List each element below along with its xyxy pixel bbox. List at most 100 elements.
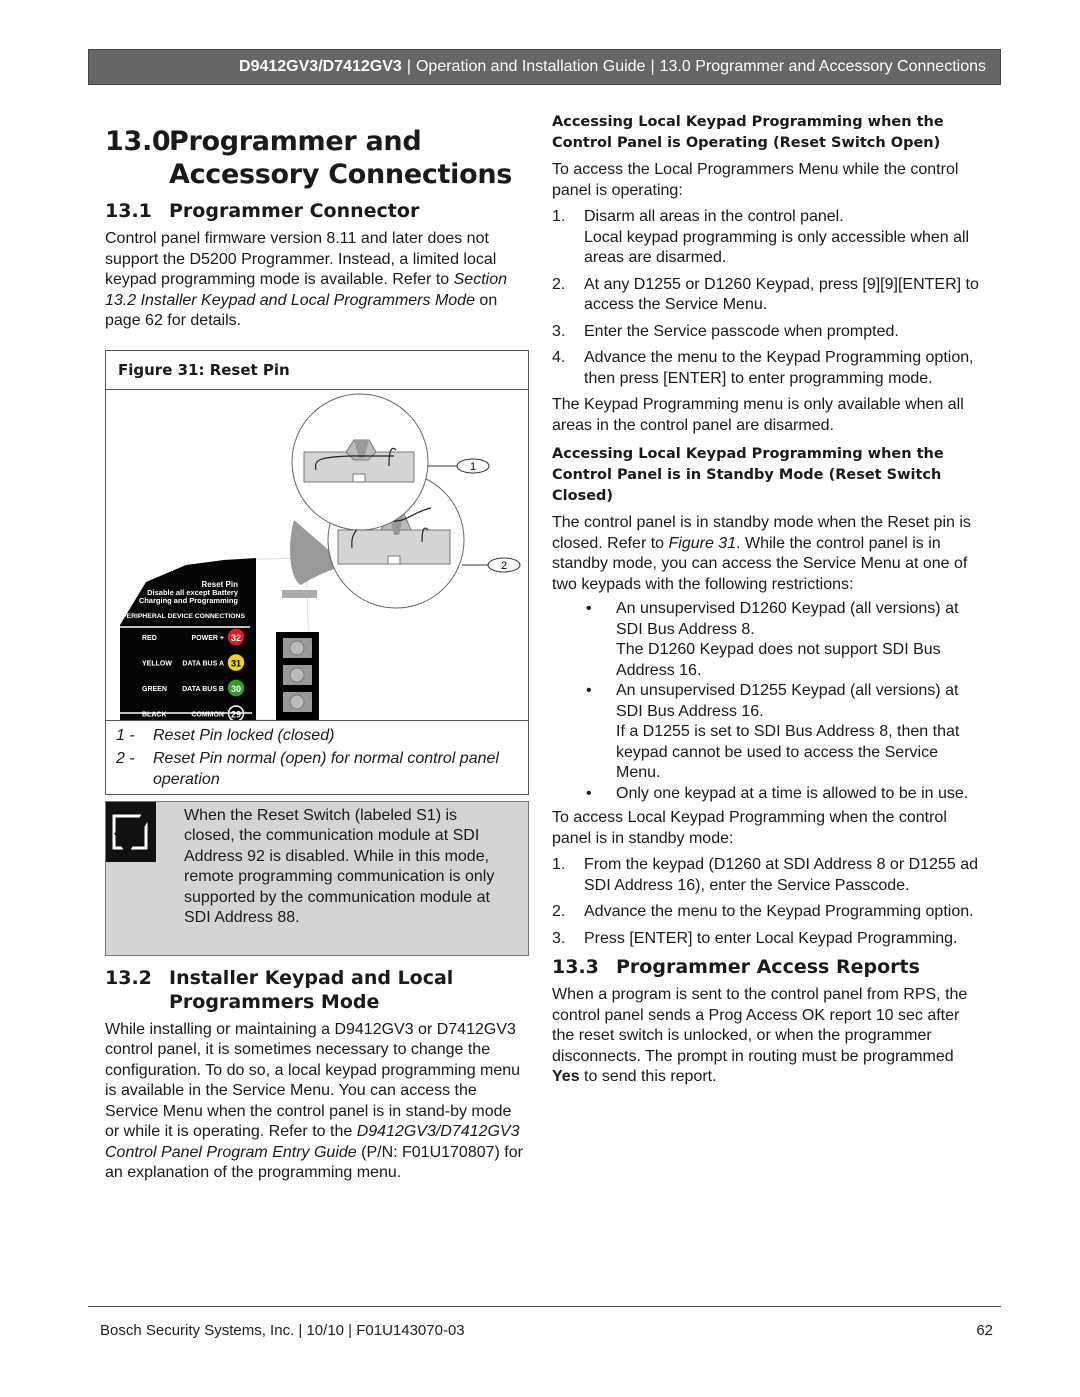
page-footer: Bosch Security Systems, Inc. | 10/10 | F… <box>100 1322 993 1339</box>
left-column: 13.0Programmer and Accessory Connections… <box>105 125 530 1184</box>
operating-subheading: Accessing Local Keypad Programming when … <box>552 114 944 151</box>
section-13-2-heading: 13.2 Installer Keypad and Local Programm… <box>105 966 530 1014</box>
section-title: Programmer Connector <box>169 200 420 222</box>
section-number: 13.3 <box>552 956 599 978</box>
step-item: 4. Advance the menu to the Keypad Program… <box>552 348 980 389</box>
terminal-number: 32 <box>231 633 241 643</box>
step-number: 3. <box>552 929 566 947</box>
standby-intro2: To access Local Keypad Programming when … <box>552 809 947 847</box>
step-number: 1. <box>552 208 566 225</box>
step-number: 1. <box>552 856 566 873</box>
reset-pin-illustration: Reset Pin Disable all except Battery Cha… <box>106 390 528 721</box>
section-13-3-heading: 13.3 Programmer Access Reports <box>552 955 980 979</box>
terminal-number: 31 <box>231 658 241 668</box>
standby-intro: The control panel is in standby mode whe… <box>552 513 980 595</box>
running-header: D9412GV3/D7412GV3 | Operation and Instal… <box>88 49 1001 85</box>
text: When a program is sent to the control pa… <box>552 986 968 1065</box>
text: to send this report. <box>579 1068 717 1085</box>
step-number: 3. <box>552 322 566 340</box>
legend-item: 2 - Reset Pin normal (open) for normal c… <box>116 748 520 790</box>
check-glyph <box>112 811 151 853</box>
terminal-number: 30 <box>231 684 241 694</box>
step-item: 3. Press [ENTER] to enter Local Keypad Pr… <box>552 929 980 950</box>
bullet-icon: • <box>586 784 592 802</box>
footer-publisher: Bosch Security Systems, Inc. | 10/10 | F… <box>100 1322 465 1339</box>
step-item: 1. From the keypad (D1260 at SDI Address … <box>552 855 980 896</box>
note-text: When the Reset Switch (labeled S1) is cl… <box>184 806 495 927</box>
chapter-number: 13.0 <box>105 126 171 157</box>
step-item: 1. Disarm all areas in the control panel.… <box>552 207 980 269</box>
figure-31: Figure 31: Reset Pin Reset Pin Disable a… <box>105 349 529 795</box>
bullet-subtext: The D1260 Keypad does not support SDI Bu… <box>616 641 941 679</box>
signal-label: DATA BUS B <box>182 686 224 693</box>
step-number: 4. <box>552 349 566 366</box>
figure-title: Figure 31: Reset Pin <box>106 351 528 390</box>
chapter-title-line1: Programmer and <box>169 126 422 157</box>
bullet-text: An unsupervised D1255 Keypad (all versio… <box>616 682 959 720</box>
chapter-title: 13.0Programmer and Accessory Connections <box>105 125 530 191</box>
legend-number: 1 - <box>116 726 135 744</box>
right-column: Accessing Local Keypad Programming when … <box>552 112 980 1088</box>
legend-item: 1 - Reset Pin locked (closed) <box>116 725 520 746</box>
header-section: 13.0 Programmer and Accessory Connection… <box>659 58 986 75</box>
peripheral-label: PERIPHERAL DEVICE CONNECTIONS <box>122 613 245 620</box>
disable-label-2: Charging and Programming <box>139 596 239 605</box>
figure-legend: 1 - Reset Pin locked (closed) 2 - Reset … <box>106 721 528 794</box>
step-subtext: Local keypad programming is only accessi… <box>584 228 970 267</box>
signal-label: POWER + <box>192 635 224 642</box>
section-13-3-paragraph: When a program is sent to the control pa… <box>552 985 980 1088</box>
header-separator: | <box>406 58 411 75</box>
standby-steps: 1. From the keypad (D1260 at SDI Address … <box>552 855 980 949</box>
section-title: Programmer Access Reports <box>616 956 920 978</box>
step-item: 2. At any D1255 or D1260 Keypad, press [9… <box>552 275 980 316</box>
header-product: D9412GV3/D7412GV3 <box>239 58 402 75</box>
section-13-1-heading: 13.1 Programmer Connector <box>105 199 530 223</box>
section-number: 13.1 <box>105 200 152 222</box>
emphasis: Yes <box>552 1068 580 1085</box>
step-text: At any D1255 or D1260 Keypad, press [9][… <box>584 275 979 314</box>
figure-reference-link[interactable]: Figure 31 <box>669 535 737 552</box>
bullet-item: • An unsupervised D1260 Keypad (all versi… <box>586 599 980 681</box>
wire-color-label: GREEN <box>142 686 167 693</box>
wire-color-label: YELLOW <box>142 660 172 667</box>
header-separator: | <box>650 58 655 75</box>
page-number: 62 <box>976 1322 993 1339</box>
step-text: Advance the menu to the Keypad Programmi… <box>584 903 974 920</box>
terminal-screws <box>283 637 312 712</box>
standby-restrictions: • An unsupervised D1260 Keypad (all versi… <box>552 599 980 804</box>
legend-number: 2 - <box>116 749 135 767</box>
reset-pin-small <box>282 589 317 598</box>
legend-text: Reset Pin normal (open) for normal contr… <box>153 749 499 788</box>
section-13-2-paragraph: While installing or maintaining a D9412G… <box>105 1020 530 1184</box>
bullet-icon: • <box>586 600 592 617</box>
step-item: 2. Advance the menu to the Keypad Program… <box>552 902 980 923</box>
section-number: 13.2 <box>105 966 152 989</box>
step-text: Disarm all areas in the control panel. <box>584 208 844 225</box>
step-text: Enter the Service passcode when prompted… <box>584 322 899 340</box>
section-13-1-paragraph: Control panel firmware version 8.11 and … <box>105 229 530 332</box>
section-title: Installer Keypad and Local Programmers M… <box>169 966 454 1013</box>
step-text: Press [ENTER] to enter Local Keypad Prog… <box>584 929 958 947</box>
footer-divider <box>88 1306 1001 1307</box>
signal-label: DATA BUS A <box>182 660 224 667</box>
legend-text: Reset Pin locked (closed) <box>153 726 335 744</box>
callout-1-label: 1 <box>470 461 476 473</box>
note-box: When the Reset Switch (labeled S1) is cl… <box>105 800 529 956</box>
checkbox-checked-icon <box>106 801 156 862</box>
callout-2-label: 2 <box>501 560 507 572</box>
step-item: 3. Enter the Service passcode when prompt… <box>552 322 980 343</box>
bullet-text: Only one keypad at a time is allowed to … <box>616 784 969 802</box>
bullet-item: • An unsupervised D1255 Keypad (all versi… <box>586 681 980 784</box>
step-text: Advance the menu to the Keypad Programmi… <box>584 349 974 387</box>
bullet-icon: • <box>586 682 592 699</box>
bullet-subtext: If a D1255 is set to SDI Bus Address 8, … <box>616 723 960 781</box>
header-guide: Operation and Installation Guide <box>415 58 646 75</box>
step-text: From the keypad (D1260 at SDI Address 8 … <box>584 856 978 894</box>
operating-intro: To access the Local Programmers Menu whi… <box>552 161 959 199</box>
step-number: 2. <box>552 903 566 920</box>
standby-subheading: Accessing Local Keypad Programming when … <box>552 446 944 504</box>
terminal-number: 29 <box>231 709 241 719</box>
bullet-item: • Only one keypad at a time is allowed to… <box>586 784 980 805</box>
bullet-text: An unsupervised D1260 Keypad (all versio… <box>616 600 959 638</box>
operating-steps: 1. Disarm all areas in the control panel.… <box>552 207 980 389</box>
